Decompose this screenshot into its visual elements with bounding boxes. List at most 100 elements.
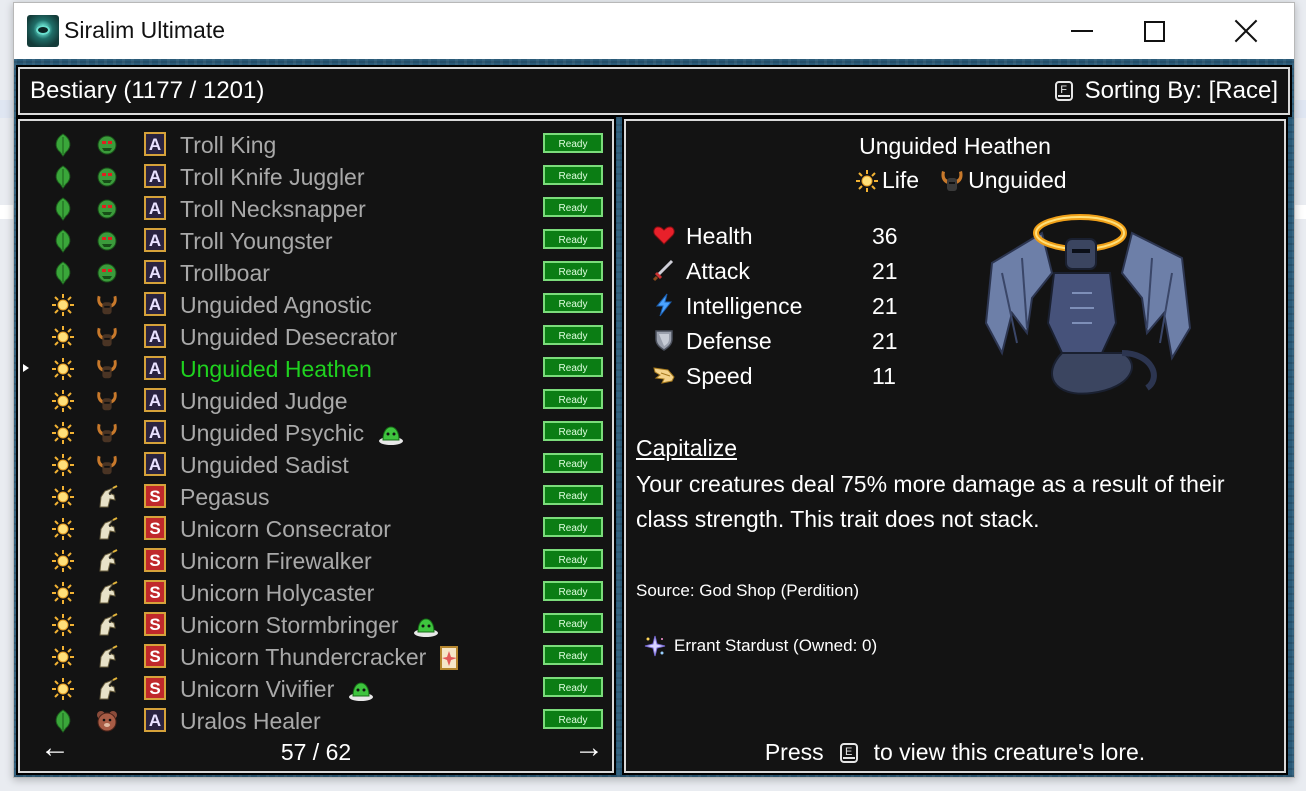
- creature-row[interactable]: S Unicorn Holycaster Ready: [20, 577, 612, 609]
- ready-button[interactable]: Ready: [543, 197, 603, 217]
- creature-row[interactable]: S Unicorn Thundercracker Ready: [20, 641, 612, 673]
- f-key-icon: F: [1054, 81, 1073, 101]
- maximize-icon: [1143, 20, 1165, 42]
- ready-button[interactable]: Ready: [543, 485, 603, 505]
- creature-row[interactable]: A Uralos Healer Ready: [20, 705, 612, 737]
- creature-name-text: Unicorn Consecrator: [180, 516, 391, 542]
- unicorn-icon: [99, 613, 118, 636]
- creature-row[interactable]: A Troll Knife Juggler Ready: [20, 161, 612, 193]
- ready-button[interactable]: Ready: [543, 293, 603, 313]
- wing-icon: [653, 367, 675, 384]
- ready-button[interactable]: Ready: [543, 229, 603, 249]
- desktop-fragment: [0, 205, 14, 219]
- creature-row[interactable]: A Unguided Psychic Ready: [20, 417, 612, 449]
- creature-name-text: Pegasus: [180, 484, 270, 510]
- creature-row[interactable]: A Troll Necksnapper Ready: [20, 193, 612, 225]
- creature-row-name: Trollboar: [180, 260, 270, 287]
- lore-hint[interactable]: Press E to view this creature's lore.: [626, 739, 1284, 766]
- page-indicator: 57 / 62: [280, 739, 352, 765]
- sun-icon: [52, 294, 74, 316]
- maximize-button[interactable]: [1131, 11, 1177, 51]
- creature-type-icon: A: [144, 388, 166, 412]
- ready-button[interactable]: Ready: [543, 677, 603, 697]
- ready-button[interactable]: Ready: [543, 453, 603, 473]
- creature-type-icon: A: [144, 324, 166, 348]
- creature-type-icon: A: [144, 132, 166, 156]
- slime-icon: [413, 617, 438, 637]
- creature-type-icon: A: [144, 228, 166, 252]
- creature-tags: Life Unguided: [855, 167, 1067, 194]
- ready-button[interactable]: Ready: [543, 549, 603, 569]
- creature-row-name: Troll Youngster: [180, 228, 333, 255]
- creature-row[interactable]: S Pegasus Ready: [20, 481, 612, 513]
- ready-button[interactable]: Ready: [543, 613, 603, 633]
- creature-type-icon: A: [144, 356, 166, 380]
- creature-row[interactable]: A Troll King Ready: [20, 129, 612, 161]
- stat-health: Health 36: [652, 219, 912, 253]
- slime-icon: [379, 425, 404, 445]
- close-button[interactable]: [1223, 11, 1269, 51]
- ready-button[interactable]: Ready: [543, 261, 603, 281]
- ready-button[interactable]: Ready: [543, 165, 603, 185]
- unicorn-icon: [99, 677, 118, 700]
- creature-row[interactable]: A Unguided Judge Ready: [20, 385, 612, 417]
- ready-button[interactable]: Ready: [543, 581, 603, 601]
- leaf-icon: [55, 261, 71, 285]
- creature-type-icon: A: [144, 452, 166, 476]
- creature-name-text: Unguided Sadist: [180, 452, 349, 478]
- sun-icon: [52, 486, 74, 508]
- app-icon: [27, 15, 59, 47]
- sort-label: Sorting By: [Race]: [1084, 77, 1278, 104]
- creature-type-icon: S: [144, 676, 166, 700]
- creature-row[interactable]: A Unguided Sadist Ready: [20, 449, 612, 481]
- stat-intelligence: Intelligence 21: [652, 289, 912, 323]
- minimize-button[interactable]: [1059, 11, 1105, 51]
- ready-button[interactable]: Ready: [543, 357, 603, 377]
- bestiary-title: Bestiary (1177 / 1201): [30, 77, 265, 104]
- unicorn-icon: [99, 645, 118, 668]
- creature-name-text: Unicorn Thundercracker: [180, 644, 427, 670]
- ready-button[interactable]: Ready: [543, 133, 603, 153]
- creature-name-text: Unguided Heathen: [180, 356, 372, 382]
- creature-source: Source: God Shop (Perdition): [636, 581, 860, 600]
- creature-name: Unguided Heathen: [859, 133, 1051, 159]
- creature-name-text: Unguided Desecrator: [180, 324, 398, 350]
- title-bar[interactable]: Siralim Ultimate: [14, 3, 1294, 59]
- stat-value: 36: [872, 223, 898, 249]
- ready-button[interactable]: Ready: [543, 645, 603, 665]
- sun-icon: [52, 454, 74, 476]
- selection-cursor-icon: [23, 364, 29, 372]
- creature-row[interactable]: S Unicorn Vivifier Ready: [20, 673, 612, 705]
- sun-icon: [52, 550, 74, 572]
- creature-name-text: Troll Knife Juggler: [180, 164, 365, 190]
- ready-button[interactable]: Ready: [543, 389, 603, 409]
- lightning-icon: [655, 293, 673, 317]
- creature-row[interactable]: S Unicorn Consecrator Ready: [20, 513, 612, 545]
- sort-control[interactable]: F Sorting By: [Race]: [1054, 77, 1278, 105]
- creature-type-icon: A: [144, 420, 166, 444]
- ready-button[interactable]: Ready: [543, 421, 603, 441]
- horned-helm-icon: [97, 327, 117, 347]
- sun-icon: [52, 646, 74, 668]
- creature-row[interactable]: A Troll Youngster Ready: [20, 225, 612, 257]
- stardust-icon: [644, 635, 666, 657]
- creature-row[interactable]: A Unguided Agnostic Ready: [20, 289, 612, 321]
- stat-label: Speed: [686, 363, 753, 389]
- next-page-arrow-icon[interactable]: →: [574, 733, 604, 763]
- creature-type-icon: S: [144, 644, 166, 668]
- creature-row[interactable]: A Unguided Desecrator Ready: [20, 321, 612, 353]
- creature-row[interactable]: S Unicorn Firewalker Ready: [20, 545, 612, 577]
- game-viewport: Bestiary (1177 / 1201) F Sorting By: [Ra…: [14, 59, 1294, 777]
- creature-row[interactable]: A Unguided Heathen Ready: [20, 353, 612, 385]
- leaf-icon: [55, 229, 71, 253]
- creature-name-text: Unicorn Vivifier: [180, 676, 335, 702]
- slime-icon: [349, 681, 374, 701]
- ready-button[interactable]: Ready: [543, 709, 603, 729]
- heart-icon: [653, 226, 675, 245]
- creature-row[interactable]: S Unicorn Stormbringer Ready: [20, 609, 612, 641]
- creature-row-name: Unicorn Firewalker: [180, 548, 372, 575]
- ready-button[interactable]: Ready: [543, 517, 603, 537]
- creature-row[interactable]: A Trollboar Ready: [20, 257, 612, 289]
- ready-button[interactable]: Ready: [543, 325, 603, 345]
- trait-description: Your creatures deal 75% more damage as a…: [636, 471, 1225, 532]
